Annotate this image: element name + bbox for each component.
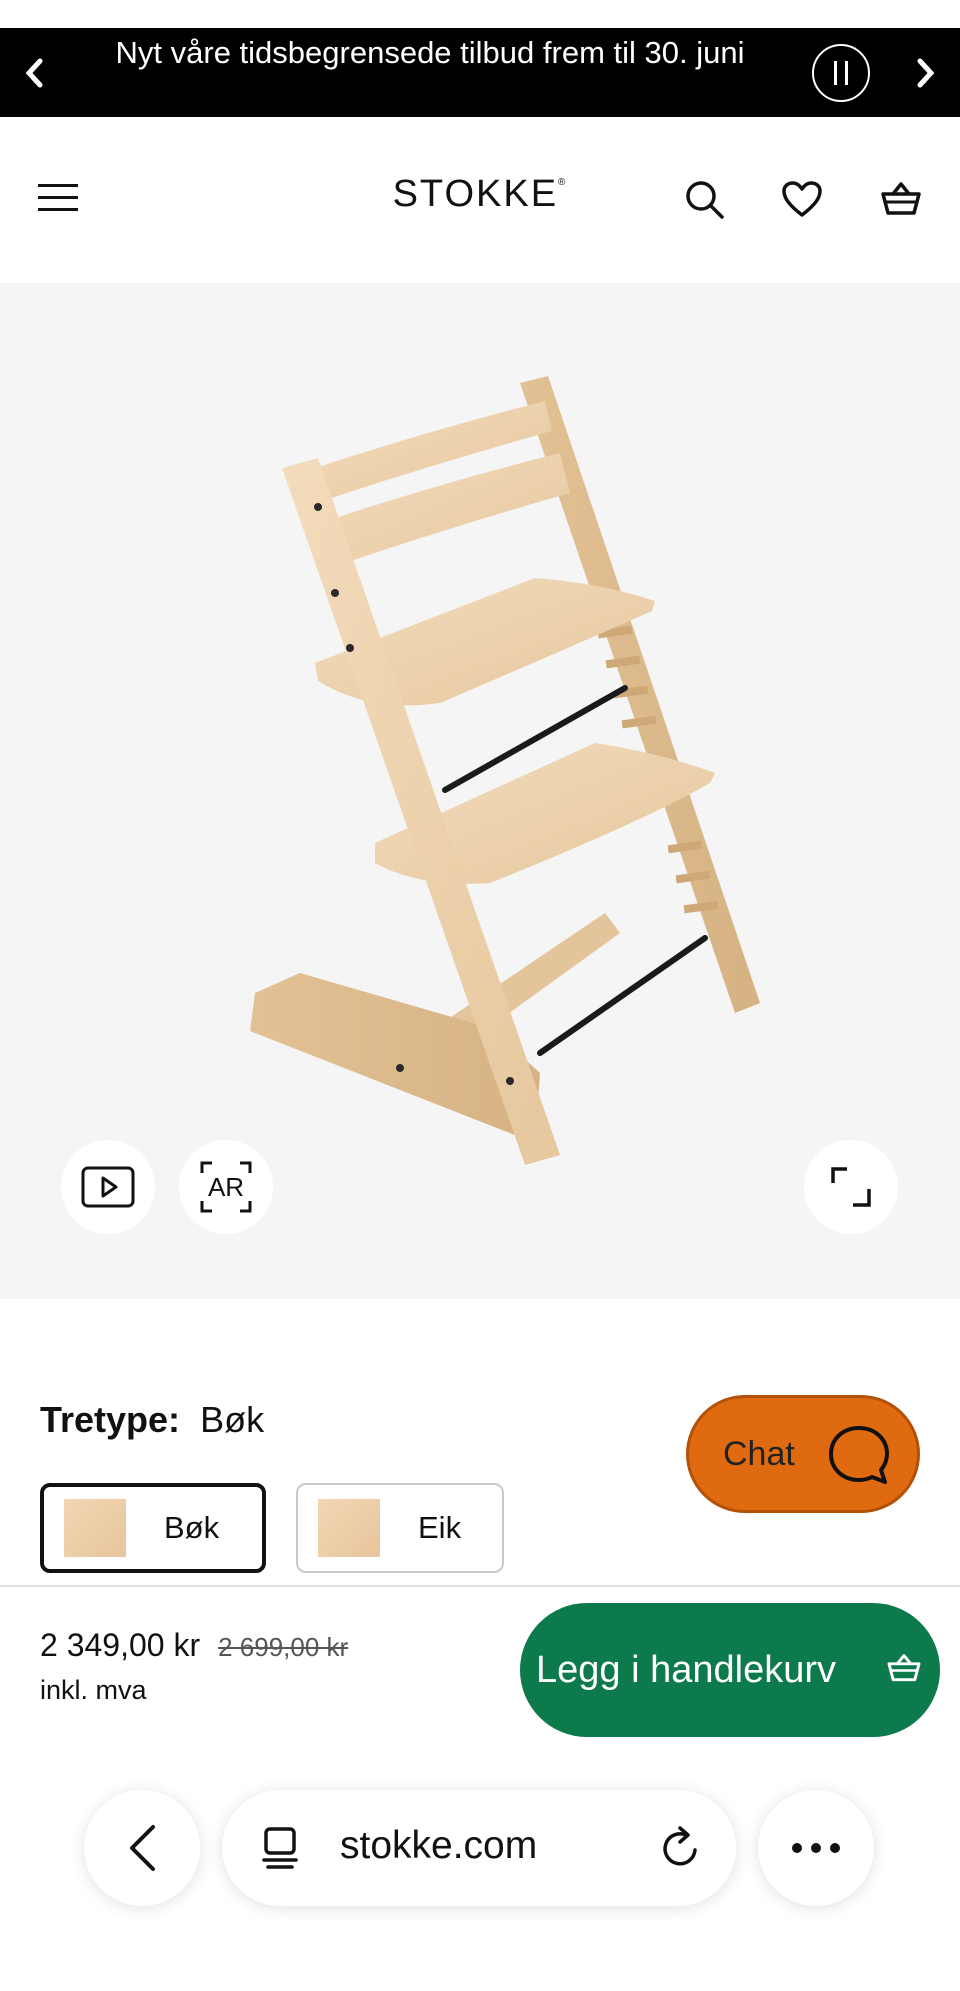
- url-text: stokke.com: [340, 1824, 538, 1867]
- basket-icon: [887, 1654, 921, 1682]
- promo-banner: Nyt våre tidsbegrensede tilbud frem til …: [0, 28, 960, 117]
- product-image-tripp-trapp-chair: [250, 376, 760, 1165]
- reload-icon[interactable]: [658, 1824, 704, 1872]
- swatch-bok[interactable]: Bøk: [40, 1483, 266, 1573]
- fullscreen-button[interactable]: [804, 1140, 898, 1234]
- promo-prev-button[interactable]: [4, 28, 64, 117]
- swatch-label: Bøk: [164, 1510, 220, 1545]
- address-bar[interactable]: stokke.com: [222, 1790, 736, 1906]
- current-price: 2 349,00 kr: [40, 1627, 201, 1663]
- play-icon: [81, 1166, 135, 1208]
- swatch-label: Eik: [418, 1510, 462, 1545]
- swatch-eik[interactable]: Eik: [296, 1483, 504, 1573]
- swatch-color: [64, 1499, 126, 1557]
- wood-type-heading: Tretype: Bøk: [40, 1399, 265, 1440]
- product-gallery[interactable]: AR: [0, 283, 960, 1299]
- expand-icon: [831, 1167, 871, 1207]
- more-button[interactable]: [758, 1790, 874, 1906]
- ar-button[interactable]: AR: [179, 1140, 273, 1234]
- back-icon: [130, 1825, 155, 1871]
- swatch-color: [318, 1499, 380, 1557]
- price: 2 349,00 kr 2 699,00 kr: [40, 1627, 348, 1664]
- chevron-left-icon: [25, 58, 43, 87]
- old-price: 2 699,00 kr: [218, 1632, 349, 1662]
- add-to-cart-button[interactable]: Legg i handlekurv: [520, 1603, 940, 1737]
- basket-icon[interactable]: [877, 175, 925, 223]
- heart-icon[interactable]: [778, 175, 826, 223]
- site-header: STOKKE®: [0, 117, 960, 283]
- status-strip: [0, 0, 960, 28]
- promo-next-button[interactable]: [896, 28, 956, 117]
- stokke-logo[interactable]: STOKKE®: [380, 173, 580, 216]
- browser-toolbar: stokke.com: [0, 1745, 960, 1991]
- search-icon[interactable]: [680, 175, 728, 223]
- buy-bar: 2 349,00 kr 2 699,00 kr inkl. mva Legg i …: [0, 1585, 960, 1745]
- pause-icon[interactable]: [812, 44, 870, 102]
- back-button[interactable]: [84, 1790, 200, 1906]
- chat-button[interactable]: Chat: [686, 1395, 920, 1513]
- tabs-icon: [262, 1827, 298, 1869]
- more-icon: [792, 1843, 840, 1853]
- add-to-cart-label: Legg i handlekurv: [536, 1648, 836, 1691]
- video-button[interactable]: [61, 1140, 155, 1234]
- promo-text[interactable]: Nyt våre tidsbegrensede tilbud frem til …: [90, 34, 770, 72]
- chat-bubble-icon: [829, 1426, 889, 1484]
- vat-note: inkl. mva: [40, 1675, 147, 1705]
- chat-label: Chat: [723, 1434, 795, 1473]
- menu-icon[interactable]: [38, 180, 80, 214]
- ar-label: AR: [207, 1171, 245, 1202]
- chevron-right-icon: [917, 58, 935, 87]
